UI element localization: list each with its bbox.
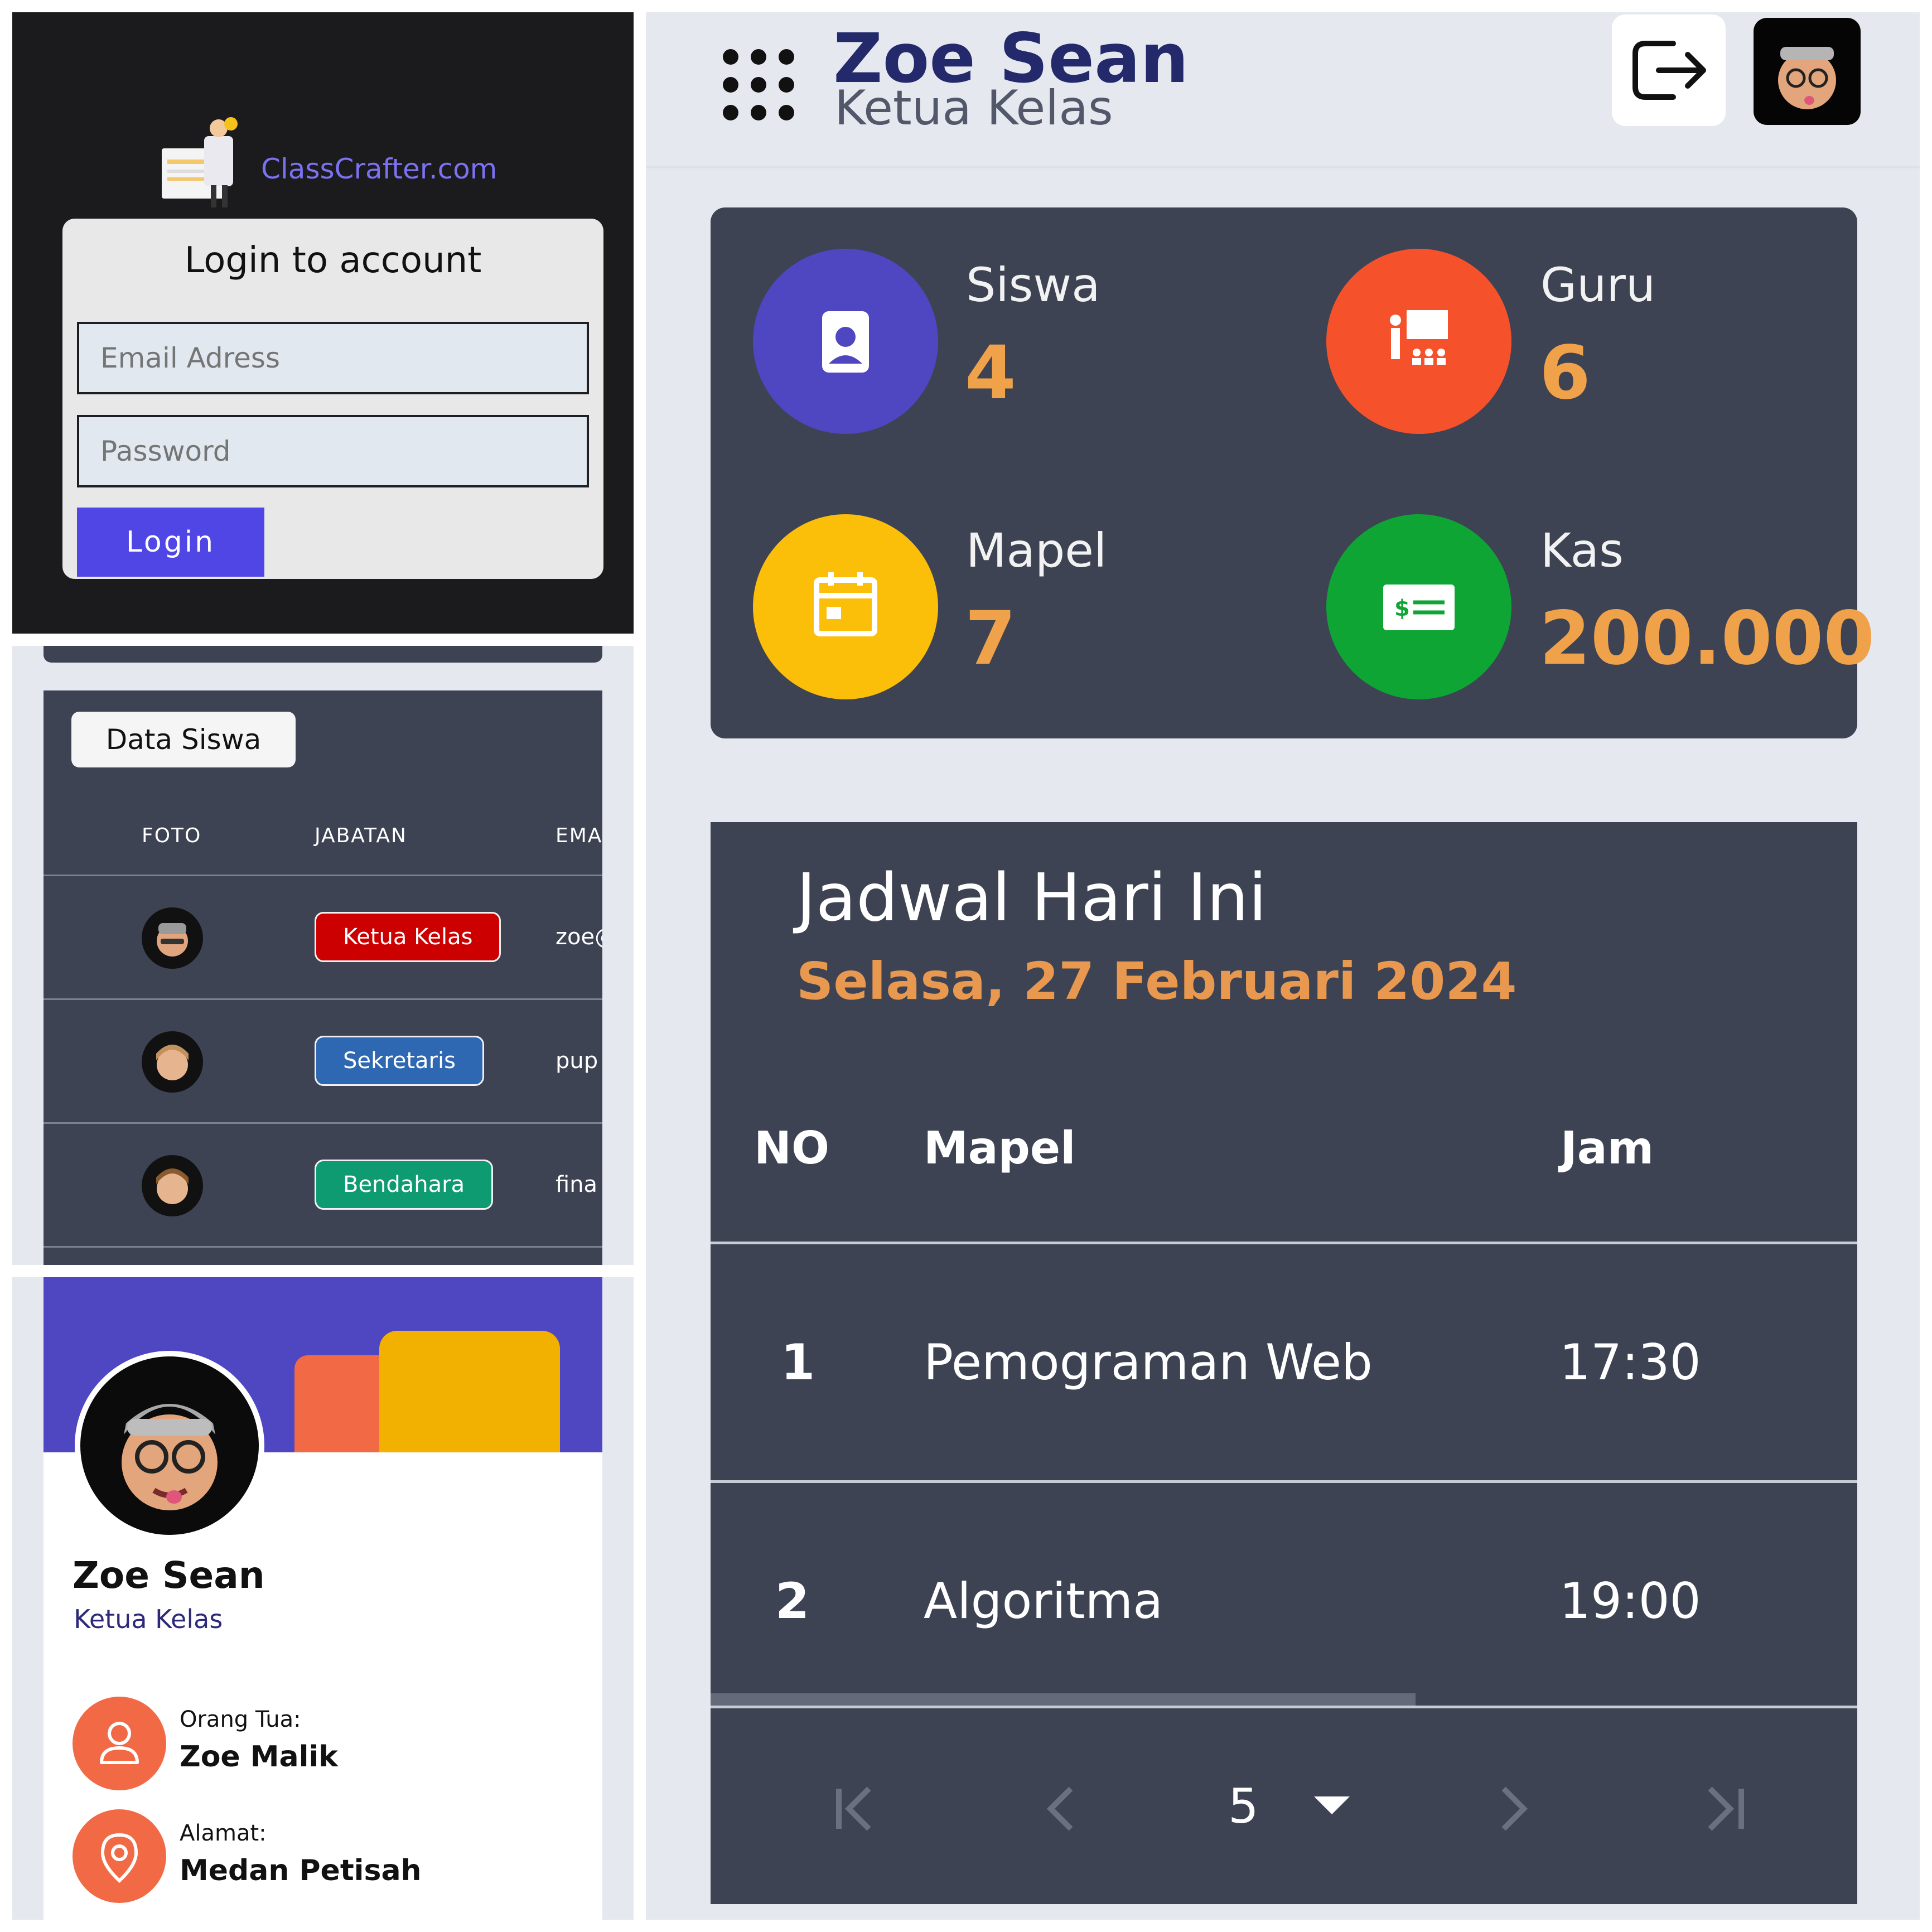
calendar-icon [753, 514, 938, 699]
address-label: Alamat: [180, 1820, 267, 1846]
previous-page-icon[interactable] [1028, 1775, 1095, 1842]
stat-label-mapel: Mapel [966, 523, 1107, 578]
password-input[interactable] [77, 415, 589, 487]
profile-card: Zoe Sean Ketua Kelas Orang Tua: Zoe Mali… [44, 1277, 602, 1920]
column-header-jabatan: JABATAN [315, 824, 407, 847]
row-jam: 17:30 [1559, 1334, 1701, 1391]
login-title: Login to account [184, 240, 482, 281]
menu-grid-icon[interactable] [719, 46, 798, 124]
table-row[interactable]: 1 Pemograman Web 17:30 [711, 1242, 1857, 1480]
dashboard-panel: Zoe Sean Ketua Kelas Siswa 4 Guru 6 Mape… [646, 12, 1920, 1920]
brand-name[interactable]: ClassCrafter.com [261, 153, 497, 185]
chevron-down-icon[interactable] [1314, 1796, 1350, 1814]
jabatan-badge: Bendahara [315, 1160, 494, 1210]
profile-name: Zoe Sean [73, 1554, 265, 1597]
avatar [142, 1155, 203, 1216]
row-jam: 19:00 [1559, 1572, 1701, 1630]
page-size-select[interactable]: 5 [1228, 1779, 1259, 1834]
banner-shape [379, 1331, 560, 1452]
table-row[interactable]: Bendahara fina [44, 1122, 602, 1246]
jabatan-badge: Ketua Kelas [315, 912, 501, 962]
parent-label: Orang Tua: [180, 1707, 301, 1732]
email-cell: fina [556, 1172, 598, 1197]
profile-panel: Zoe Sean Ketua Kelas Orang Tua: Zoe Mali… [12, 1277, 634, 1920]
logo-illustration-icon [162, 117, 238, 207]
column-header-email: EMAI [556, 824, 602, 847]
table-row[interactable]: 2 Algoritma 19:00 [711, 1480, 1857, 1719]
column-header-foto: FOTO [142, 824, 202, 847]
jadwal-date: Selasa, 27 Februari 2024 [796, 951, 1517, 1011]
jabatan-badge: Sekretaris [315, 1036, 484, 1086]
email-cell: pup [556, 1048, 598, 1074]
next-page-icon[interactable] [1479, 1775, 1546, 1842]
jadwal-card: Jadwal Hari Ini Selasa, 27 Februari 2024… [711, 822, 1857, 1904]
dashboard-header: Zoe Sean Ketua Kelas [646, 12, 1920, 168]
row-mapel: Pemograman Web [924, 1334, 1373, 1391]
avatar [142, 1031, 203, 1093]
row-number: 1 [781, 1334, 815, 1391]
previous-card-edge [44, 646, 602, 663]
user-role: Ketua Kelas [834, 80, 1113, 136]
person-icon [73, 1697, 166, 1790]
last-page-icon[interactable] [1690, 1775, 1757, 1842]
jadwal-title: Jadwal Hari Ini [796, 859, 1267, 936]
column-header-jam: Jam [1561, 1122, 1654, 1174]
data-siswa-panel: Data Siswa FOTO JABATAN EMAI Ketua Kelas… [12, 646, 634, 1265]
row-mapel: Algoritma [924, 1572, 1163, 1630]
location-pin-icon [73, 1809, 166, 1903]
table-row[interactable]: Sekretaris pup [44, 998, 602, 1122]
stat-value-siswa: 4 [965, 330, 1016, 416]
first-page-icon[interactable] [822, 1775, 889, 1842]
address-value: Medan Petisah [180, 1854, 422, 1887]
logout-icon [1632, 41, 1706, 100]
login-card: Login to account Login [62, 219, 603, 579]
parent-value: Zoe Malik [180, 1740, 338, 1774]
student-card-icon [753, 249, 938, 434]
data-siswa-title: Data Siswa [71, 712, 296, 767]
login-panel: ClassCrafter.com Login to account Login [12, 12, 634, 634]
stat-value-mapel: 7 [965, 596, 1016, 682]
money-icon: $ [1326, 514, 1511, 699]
stat-label-siswa: Siswa [966, 258, 1100, 312]
horizontal-scrollbar[interactable] [711, 1693, 1416, 1706]
logout-button[interactable] [1612, 15, 1726, 126]
header-avatar[interactable] [1754, 18, 1861, 125]
svg-text:$: $ [1394, 596, 1410, 621]
stat-value-kas: 200.000 [1539, 596, 1875, 682]
stat-label-kas: Kas [1540, 523, 1624, 578]
column-header-mapel: Mapel [924, 1122, 1076, 1174]
stats-card: Siswa 4 Guru 6 Mapel 7 $ Kas 200.000 [711, 207, 1875, 738]
column-header-no: NO [754, 1122, 829, 1174]
data-siswa-table: Data Siswa FOTO JABATAN EMAI Ketua Kelas… [44, 690, 602, 1265]
profile-avatar[interactable] [75, 1351, 264, 1540]
email-cell: zoe@ [556, 924, 602, 950]
table-row[interactable]: Ketua Kelas zoe@ [44, 875, 602, 998]
row-number: 2 [775, 1572, 810, 1630]
table-row [44, 1246, 602, 1265]
teacher-board-icon [1326, 249, 1511, 434]
login-button[interactable]: Login [77, 508, 264, 577]
stat-value-guru: 6 [1539, 330, 1591, 416]
stat-label-guru: Guru [1540, 258, 1656, 312]
email-input[interactable] [77, 322, 589, 394]
pagination-bar: 5 [711, 1706, 1857, 1904]
avatar [142, 907, 203, 969]
profile-role: Ketua Kelas [74, 1604, 223, 1634]
